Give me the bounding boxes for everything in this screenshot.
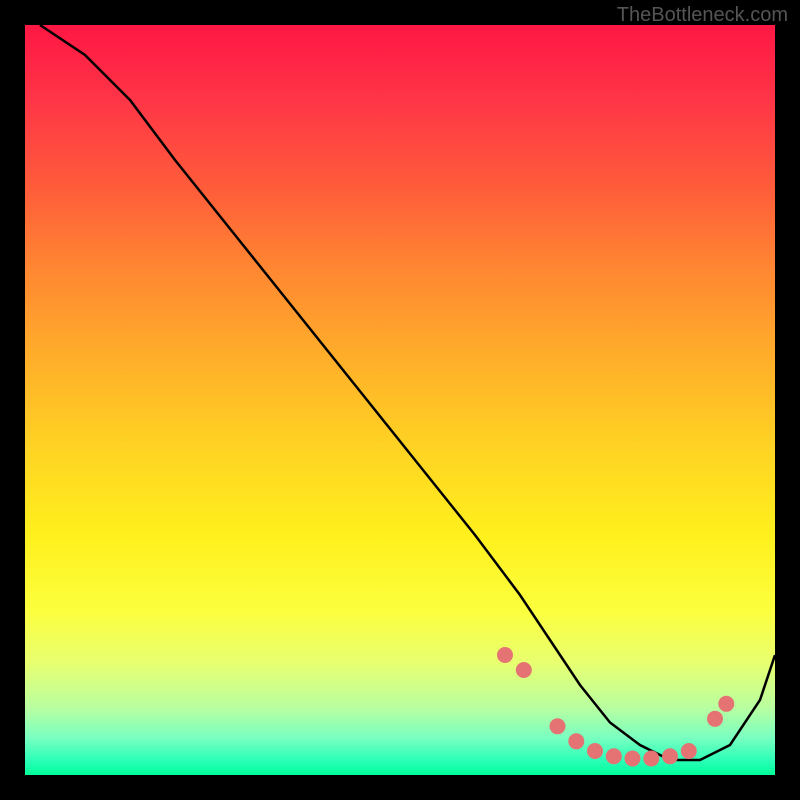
chart-gradient-background [25, 25, 775, 775]
watermark-text: TheBottleneck.com [617, 4, 788, 27]
